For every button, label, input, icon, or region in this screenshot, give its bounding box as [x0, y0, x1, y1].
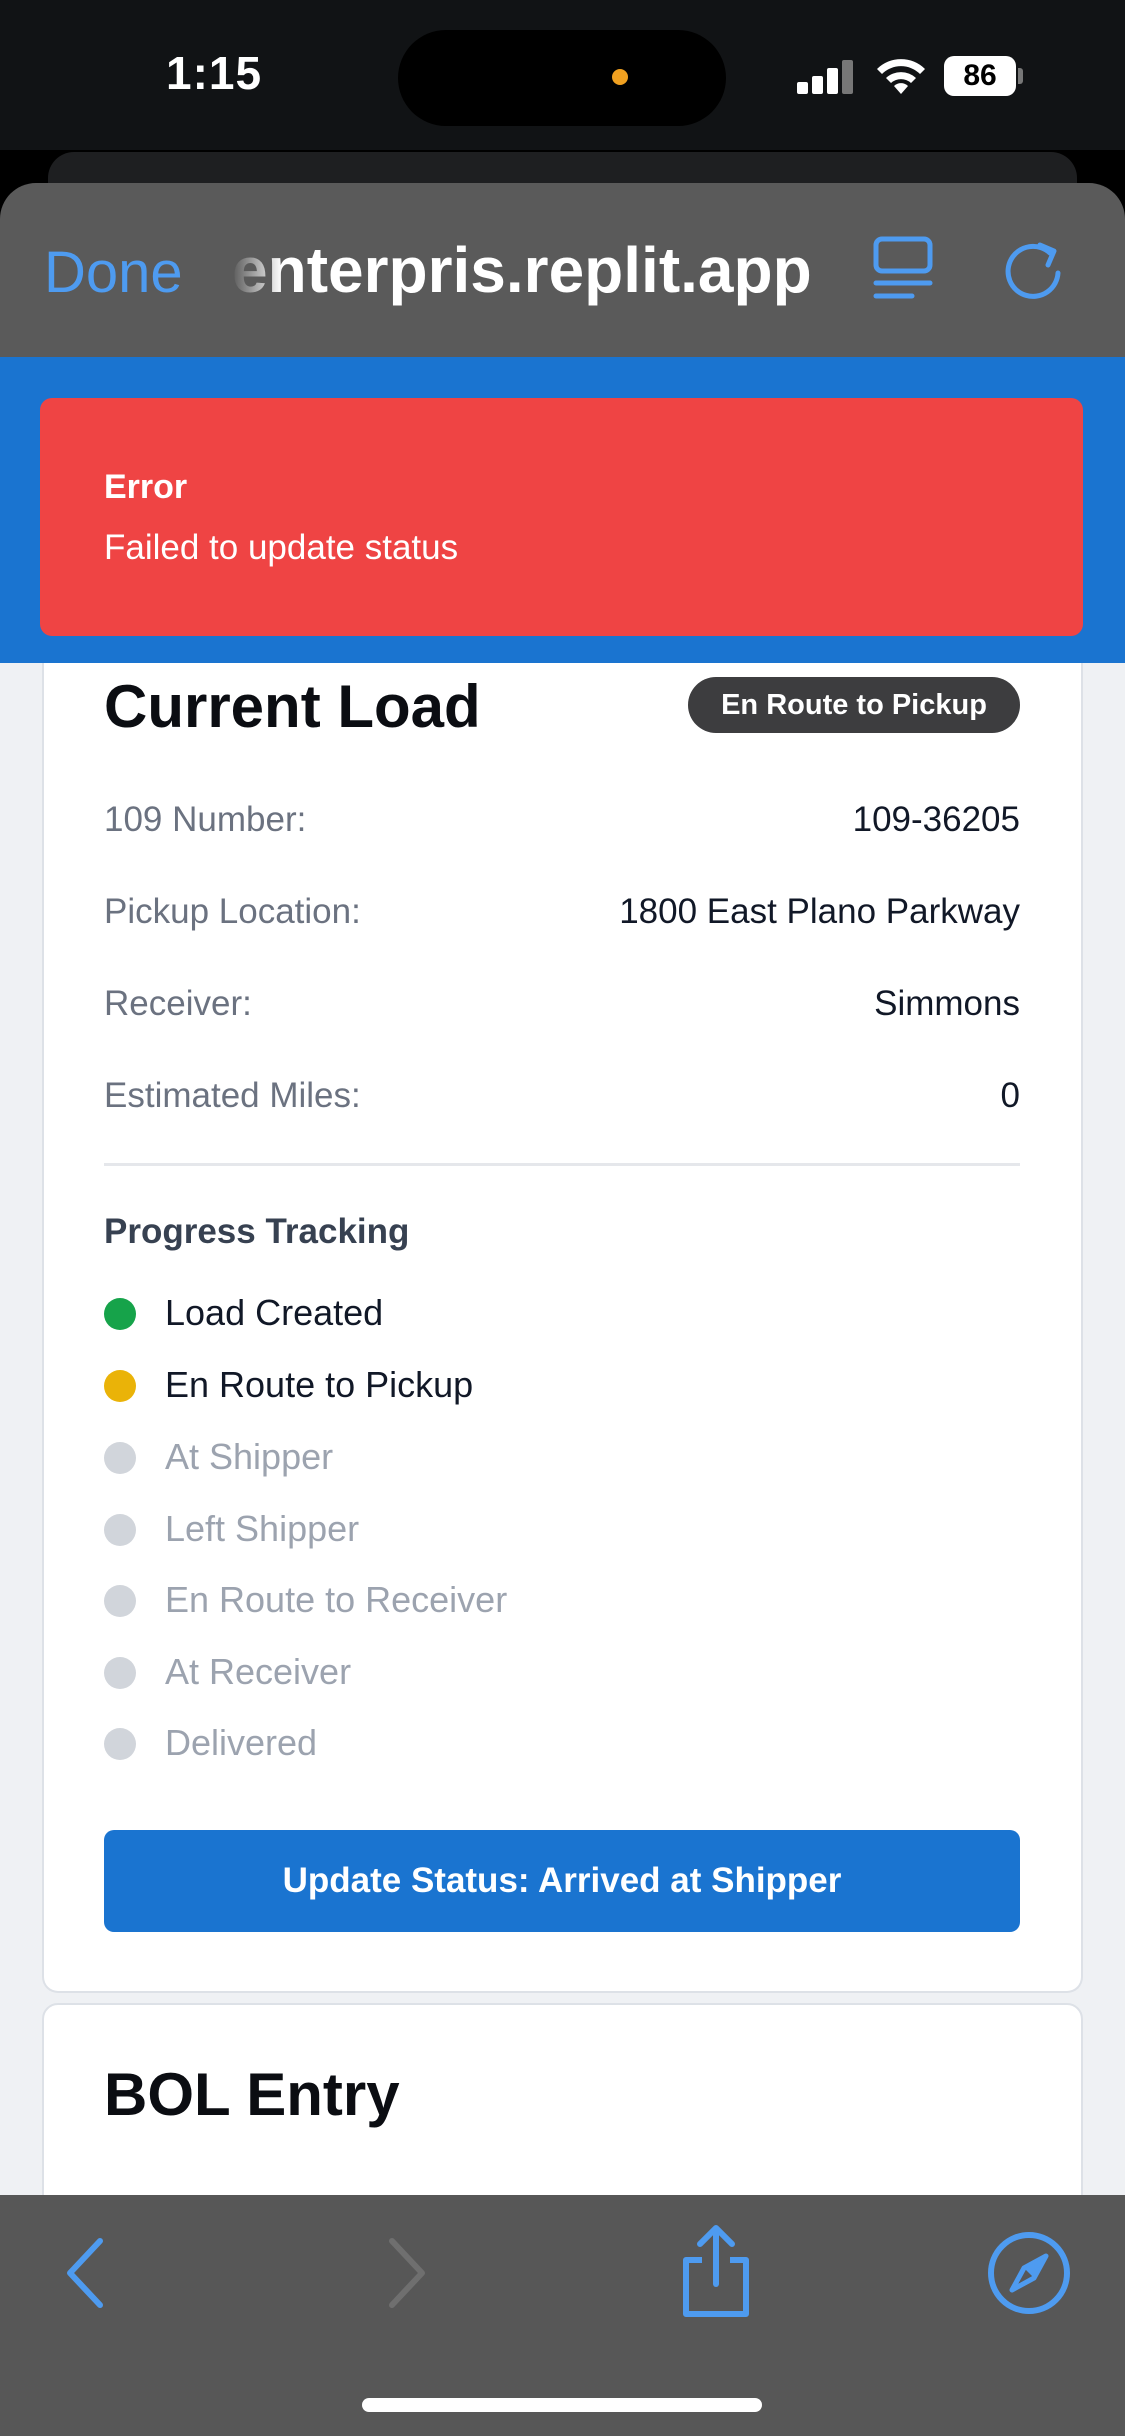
field-label: Estimated Miles:	[104, 1076, 361, 1115]
field-estimated-miles: Estimated Miles: 0	[104, 1068, 1020, 1124]
step-label: At Shipper	[165, 1436, 334, 1477]
field-label: Receiver:	[104, 984, 252, 1023]
field-pickup-location: Pickup Location: 1800 East Plano Parkway	[104, 884, 1020, 940]
field-label: Pickup Location:	[104, 892, 361, 931]
forward-icon[interactable]	[382, 2233, 432, 2313]
wifi-icon	[877, 59, 925, 94]
progress-step: En Route to Receiver	[62, 1571, 762, 1627]
toast-title: Error	[104, 468, 188, 506]
step-current-dot	[104, 1370, 136, 1402]
battery-cap	[1018, 68, 1023, 84]
step-pending-dot	[104, 1514, 136, 1546]
progress-step: Left Shipper	[62, 1500, 762, 1556]
bol-entry-title: BOL Entry	[104, 2061, 400, 2128]
url-fade	[232, 223, 282, 313]
field-value: Simmons	[874, 984, 1020, 1023]
update-status-button[interactable]: Update Status: Arrived at Shipper	[104, 1830, 1020, 1932]
progress-step: At Shipper	[62, 1428, 762, 1484]
step-pending-dot	[104, 1728, 136, 1760]
field-label: 109 Number:	[104, 800, 307, 839]
field-value: 0	[1000, 1076, 1020, 1115]
progress-step: At Receiver	[62, 1643, 762, 1699]
progress-step: Delivered	[62, 1714, 762, 1770]
current-load-title: Current Load	[104, 673, 481, 740]
field-value: 109-36205	[852, 800, 1020, 839]
progress-tracking-title: Progress Tracking	[104, 1212, 410, 1251]
step-label: Load Created	[165, 1292, 384, 1333]
dynamic-island	[398, 30, 726, 126]
share-icon[interactable]	[676, 2222, 756, 2322]
home-indicator	[362, 2398, 762, 2412]
step-pending-dot	[104, 1657, 136, 1689]
done-button[interactable]: Done	[44, 239, 183, 306]
status-badge: En Route to Pickup	[688, 677, 1020, 733]
field-value: 1800 East Plano Parkway	[619, 892, 1020, 931]
step-label: At Receiver	[165, 1651, 352, 1692]
camera-indicator-dot	[612, 69, 628, 85]
reload-icon[interactable]	[1000, 233, 1066, 303]
back-icon[interactable]	[60, 2233, 110, 2313]
cellular-signal-icon	[797, 60, 855, 94]
step-label: Delivered	[165, 1722, 318, 1763]
field-receiver: Receiver: Simmons	[104, 976, 1020, 1032]
progress-step: En Route to Pickup	[62, 1356, 762, 1412]
url-field[interactable]: enterpris.replit.app	[232, 233, 824, 307]
compass-icon[interactable]	[986, 2230, 1072, 2316]
step-pending-dot	[104, 1585, 136, 1617]
reader-icon[interactable]	[872, 233, 934, 303]
divider	[104, 1163, 1020, 1166]
error-toast[interactable]: Error Failed to update status	[40, 398, 1083, 636]
step-done-dot	[104, 1298, 136, 1330]
step-pending-dot	[104, 1442, 136, 1474]
browser-top-bar: Done enterpris.replit.app	[0, 183, 1125, 357]
step-label: Left Shipper	[165, 1508, 360, 1549]
toast-message: Failed to update status	[104, 528, 459, 567]
status-time: 1:15	[166, 47, 263, 99]
step-label: En Route to Receiver	[165, 1579, 508, 1620]
field-109-number: 109 Number: 109-36205	[104, 792, 1020, 848]
progress-step: Load Created	[62, 1284, 762, 1340]
battery-indicator: 86	[944, 56, 1016, 96]
step-label: En Route to Pickup	[165, 1364, 474, 1405]
